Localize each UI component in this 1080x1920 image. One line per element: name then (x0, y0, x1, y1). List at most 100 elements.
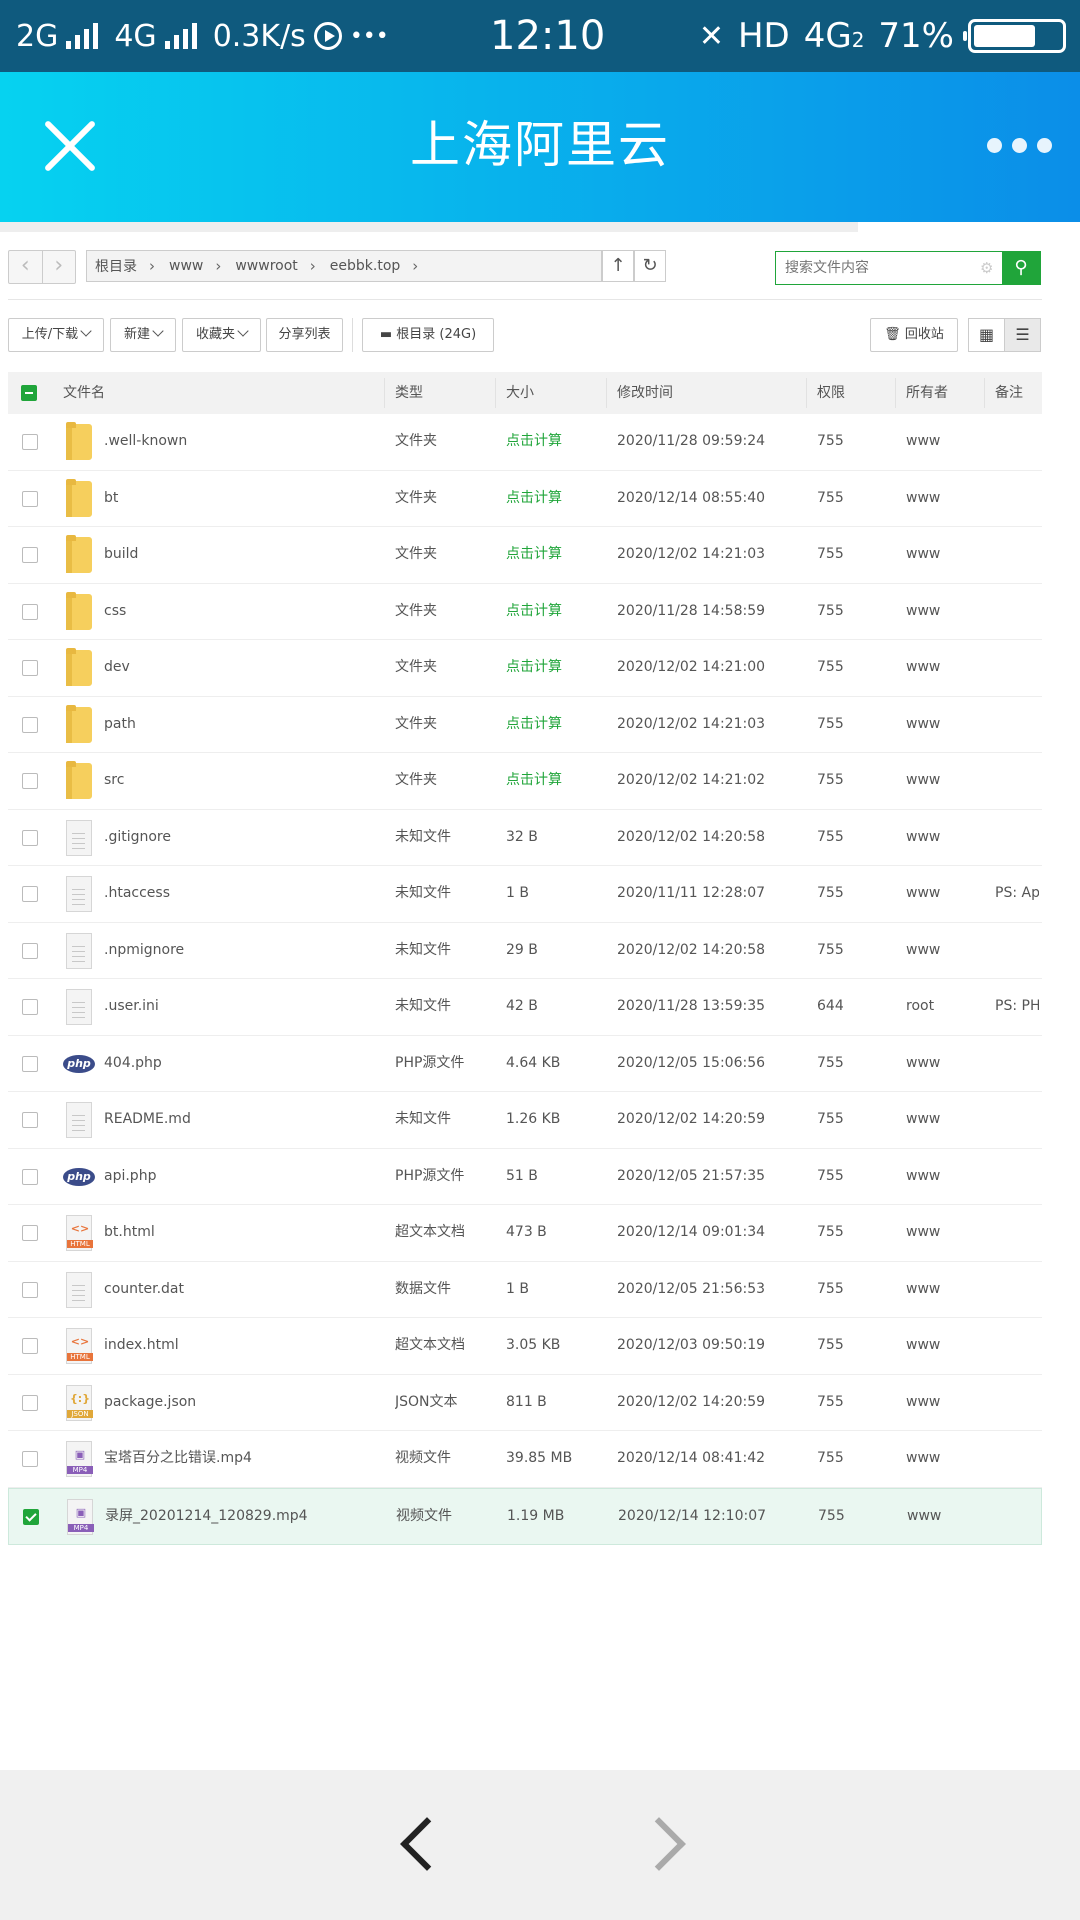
breadcrumb-item-site[interactable]: eebbk.top (330, 258, 401, 274)
file-note[interactable]: PS: Apa (995, 866, 1039, 921)
row-checkbox[interactable] (22, 829, 38, 846)
file-owner[interactable]: www (906, 1036, 940, 1091)
file-permission[interactable]: 755 (817, 640, 844, 695)
file-name[interactable]: index.html (104, 1318, 384, 1373)
file-name[interactable]: src (104, 753, 384, 808)
file-owner[interactable]: www (906, 414, 940, 469)
file-name[interactable]: counter.dat (104, 1262, 384, 1317)
row-checkbox[interactable] (23, 1508, 39, 1525)
file-name[interactable]: .npmignore (104, 923, 384, 978)
file-note[interactable] (995, 923, 1039, 978)
table-row[interactable]: counter.dat 数据文件 1 B 2020/12/05 21:56:53 755… (8, 1262, 1042, 1318)
file-owner[interactable]: www (906, 1205, 940, 1260)
file-size[interactable]: 点击计算 (506, 753, 562, 808)
search-input[interactable] (776, 252, 980, 284)
file-name[interactable]: css (104, 584, 384, 639)
row-checkbox[interactable] (22, 1451, 38, 1467)
table-row[interactable]: css 文件夹 点击计算 2020/11/28 14:58:59 755 www (8, 584, 1042, 640)
column-header-name[interactable]: 文件名 (63, 372, 105, 414)
file-owner[interactable]: www (907, 1489, 941, 1544)
row-checkbox[interactable] (22, 490, 38, 507)
file-name[interactable]: .htaccess (104, 866, 384, 921)
file-note[interactable] (995, 640, 1039, 695)
file-name[interactable]: 宝塔百分之比错误.mp4 (104, 1431, 384, 1486)
list-view-button[interactable]: ☰ (1004, 318, 1041, 352)
browser-back-icon[interactable] (400, 1817, 454, 1871)
file-name[interactable]: .well-known (104, 414, 384, 469)
file-note[interactable] (995, 1149, 1039, 1204)
file-owner[interactable]: www (906, 584, 940, 639)
breadcrumb-item-root[interactable]: 根目录 (95, 256, 137, 276)
row-checkbox[interactable] (22, 1112, 38, 1128)
table-row[interactable]: bt 文件夹 点击计算 2020/12/14 08:55:40 755 www (8, 471, 1042, 527)
table-row[interactable]: .gitignore 未知文件 32 B 2020/12/02 14:20:58 755… (8, 810, 1042, 866)
file-name[interactable]: .gitignore (104, 810, 384, 865)
table-row[interactable]: build 文件夹 点击计算 2020/12/02 14:21:03 755 www (8, 527, 1042, 584)
file-permission[interactable]: 644 (817, 979, 844, 1034)
file-permission[interactable]: 755 (817, 697, 844, 752)
file-name[interactable]: path (104, 697, 384, 752)
row-checkbox[interactable] (22, 886, 38, 902)
file-size[interactable]: 点击计算 (506, 471, 562, 526)
file-owner[interactable]: www (906, 753, 940, 808)
file-note[interactable] (995, 810, 1039, 865)
row-checkbox[interactable] (22, 1338, 38, 1354)
table-row[interactable]: ▣ MP4 录屏_20201214_120829.mp4 视频文件 1.19 MB 202… (8, 1487, 1042, 1545)
column-header-mtime[interactable]: 修改时间 (617, 372, 673, 414)
file-note[interactable] (995, 1375, 1039, 1430)
file-owner[interactable]: www (906, 923, 940, 978)
table-row[interactable]: dev 文件夹 点击计算 2020/12/02 14:21:00 755 www (8, 640, 1042, 697)
table-row[interactable]: .htaccess 未知文件 1 B 2020/11/11 12:28:07 755 ww… (8, 866, 1042, 923)
file-owner[interactable]: www (906, 866, 940, 921)
column-header-note[interactable]: 备注 (995, 372, 1023, 414)
table-row[interactable]: php 404.php PHP源文件 4.64 KB 2020/12/05 15:06:… (8, 1036, 1042, 1092)
file-note[interactable] (995, 414, 1039, 469)
table-row[interactable]: path 文件夹 点击计算 2020/12/02 14:21:03 755 www (8, 697, 1042, 753)
browser-forward-icon[interactable] (632, 1817, 686, 1871)
file-permission[interactable]: 755 (818, 1489, 845, 1544)
file-permission[interactable]: 755 (817, 584, 844, 639)
file-name[interactable]: api.php (104, 1149, 384, 1204)
breadcrumb-item-www[interactable]: www (169, 258, 203, 274)
search-button[interactable]: ⚲ (1002, 252, 1040, 284)
file-note[interactable] (995, 1092, 1039, 1147)
file-size[interactable]: 点击计算 (506, 527, 562, 582)
file-size[interactable]: 点击计算 (506, 414, 562, 469)
column-header-perm[interactable]: 权限 (817, 372, 845, 414)
file-name[interactable]: 404.php (104, 1036, 384, 1091)
recycle-bin-button[interactable]: 🗑 回收站 (870, 318, 958, 352)
file-name[interactable]: package.json (104, 1375, 384, 1430)
favorites-button[interactable]: 收藏夹 (182, 318, 261, 352)
share-list-button[interactable]: 分享列表 (266, 318, 343, 352)
column-header-type[interactable]: 类型 (395, 372, 423, 414)
file-permission[interactable]: 755 (817, 923, 844, 978)
row-checkbox[interactable] (22, 716, 38, 733)
file-note[interactable]: PS: PHI (995, 979, 1039, 1034)
file-owner[interactable]: www (906, 1262, 940, 1317)
file-name[interactable]: build (104, 527, 384, 582)
file-size[interactable]: 点击计算 (506, 697, 562, 752)
file-owner[interactable]: www (906, 697, 940, 752)
row-checkbox[interactable] (22, 1055, 38, 1072)
file-note[interactable] (995, 1318, 1039, 1373)
file-permission[interactable]: 755 (817, 1431, 844, 1486)
new-button[interactable]: 新建 (110, 318, 176, 352)
file-note[interactable] (995, 584, 1039, 639)
table-row[interactable]: .npmignore 未知文件 29 B 2020/12/02 14:20:58 755… (8, 923, 1042, 979)
table-row[interactable]: src 文件夹 点击计算 2020/12/02 14:21:02 755 www (8, 753, 1042, 810)
file-name[interactable]: bt (104, 471, 384, 526)
file-size[interactable]: 点击计算 (506, 584, 562, 639)
table-row[interactable]: php api.php PHP源文件 51 B 2020/12/05 21:57:35 7… (8, 1149, 1042, 1205)
column-header-size[interactable]: 大小 (506, 372, 534, 414)
file-permission[interactable]: 755 (817, 527, 844, 582)
file-note[interactable] (995, 471, 1039, 526)
file-owner[interactable]: www (906, 1318, 940, 1373)
file-note[interactable] (996, 1489, 1040, 1544)
file-owner[interactable]: www (906, 640, 940, 695)
file-note[interactable] (995, 697, 1039, 752)
table-row[interactable]: .user.ini 未知文件 42 B 2020/11/28 13:59:35 644 r… (8, 979, 1042, 1036)
file-name[interactable]: bt.html (104, 1205, 384, 1260)
row-checkbox[interactable] (22, 1168, 38, 1185)
file-owner[interactable]: www (906, 471, 940, 526)
row-checkbox[interactable] (22, 942, 38, 959)
